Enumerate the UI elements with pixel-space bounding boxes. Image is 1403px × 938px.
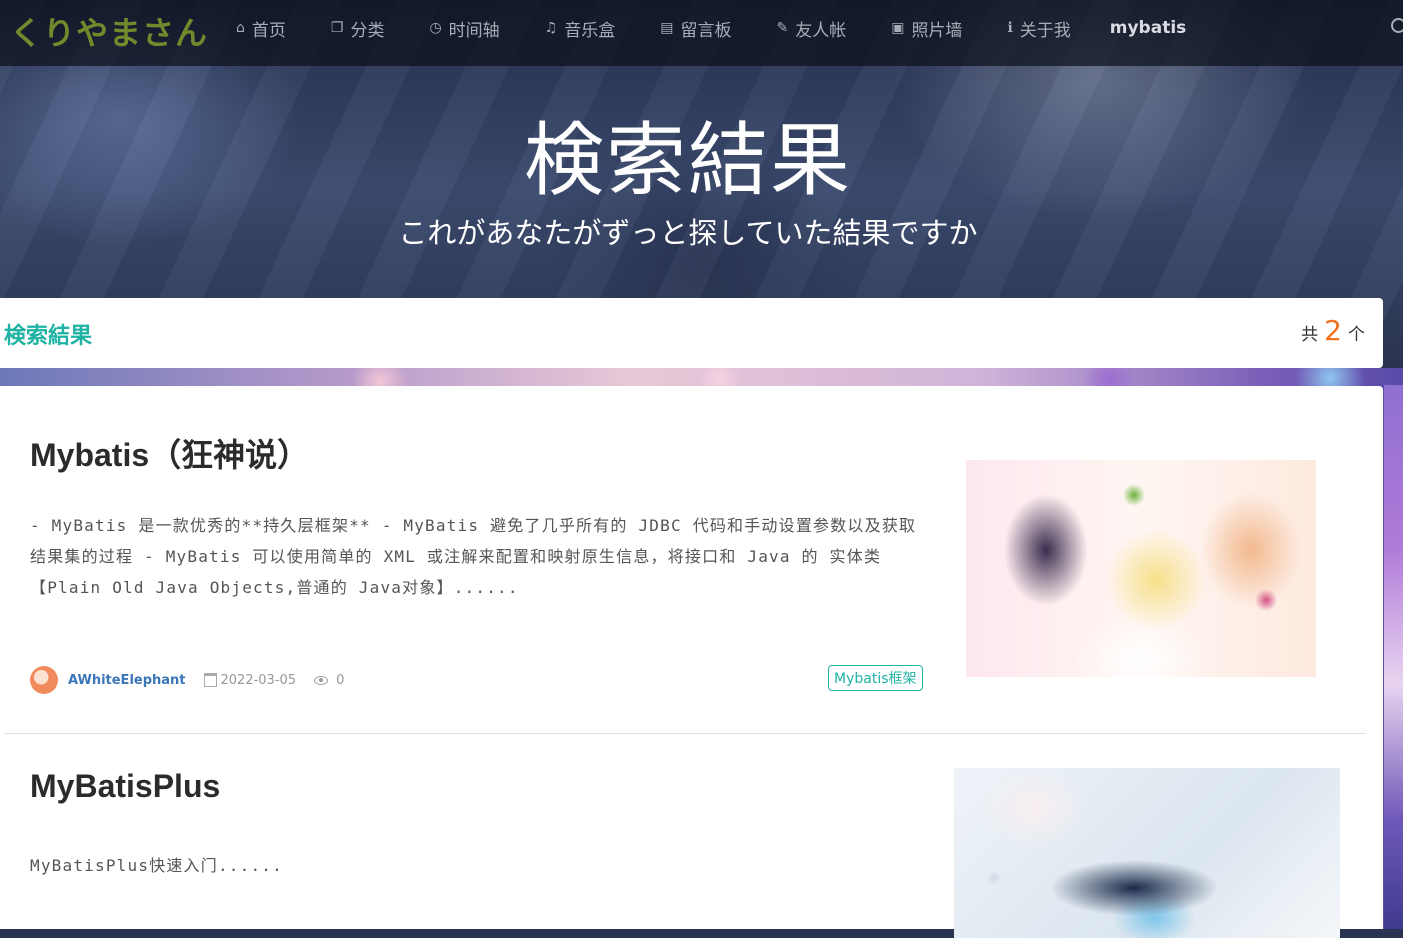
- post-title[interactable]: MyBatisPlus: [30, 768, 220, 805]
- search-query-text[interactable]: mybatis: [1110, 18, 1187, 38]
- home-icon: ⌂: [236, 20, 245, 36]
- background-art-edge: [1384, 385, 1403, 929]
- list-item[interactable]: Mybatis（狂神说） - MyBatis 是一款优秀的**持久层框架** -…: [4, 386, 1366, 734]
- nav-item-label: 照片墙: [911, 20, 963, 41]
- nav-item-home[interactable]: ⌂ 首页: [236, 16, 286, 41]
- nav-item-label: 音乐盒: [564, 20, 616, 41]
- hero-subtitle: これがあなたがずっと探していた結果ですか: [398, 216, 978, 250]
- nav-item-label: 首页: [251, 20, 286, 41]
- nav-item-about[interactable]: ℹ 关于我: [1007, 16, 1070, 41]
- clock-icon: ◷: [429, 20, 442, 36]
- nav-item-label: 留言板: [680, 20, 732, 41]
- author-link[interactable]: AWhiteElephant: [68, 673, 186, 688]
- book-icon: ▤: [660, 20, 674, 36]
- music-icon: ♫: [544, 20, 558, 36]
- post-thumbnail[interactable]: [954, 768, 1340, 938]
- info-icon: ℹ: [1007, 20, 1013, 36]
- post-excerpt: MyBatisPlus快速入门......: [30, 856, 283, 875]
- hero-title: 検索結果: [524, 114, 852, 207]
- calendar-icon: [203, 673, 217, 687]
- pencil-icon: ✎: [776, 20, 789, 36]
- count-suffix: 个: [1348, 325, 1365, 345]
- nav-item-categories[interactable]: ❐ 分类: [331, 16, 385, 41]
- nav-item-label: 关于我: [1019, 20, 1071, 41]
- view-count: 0: [336, 672, 345, 688]
- post-excerpt: - MyBatis 是一款优秀的**持久层框架** - MyBatis 避免了几…: [30, 516, 917, 597]
- post-thumbnail[interactable]: [966, 460, 1316, 677]
- nav-item-label: 时间轴: [448, 20, 500, 41]
- post-date: 2022-03-05: [220, 672, 297, 688]
- picture-icon: ▣: [891, 20, 905, 36]
- avatar[interactable]: [30, 666, 58, 694]
- nav-item-friends[interactable]: ✎ 友人帐: [776, 16, 846, 41]
- nav-item-timeline[interactable]: ◷ 时间轴: [429, 16, 499, 41]
- eye-icon: [314, 675, 329, 685]
- nav-item-music[interactable]: ♫ 音乐盒: [545, 16, 616, 41]
- results-header: 検索結果 共 2 个: [0, 298, 1383, 368]
- nav-item-label: 友人帐: [795, 20, 847, 41]
- list-item[interactable]: MyBatisPlus MyBatisPlus快速入门......: [0, 734, 1367, 938]
- post-title[interactable]: Mybatis（狂神说）: [30, 430, 309, 476]
- results-list: Mybatis（狂神说） - MyBatis 是一款优秀的**持久层框架** -…: [0, 386, 1383, 938]
- results-header-title: 検索結果: [4, 324, 93, 349]
- results-count: 共 2 个: [1301, 314, 1365, 347]
- nav-item-label: 分类: [350, 20, 385, 41]
- post-meta: AWhiteElephant 2022-03-05 0: [30, 666, 344, 694]
- copy-icon: ❐: [330, 20, 344, 36]
- nav-item-photos[interactable]: ▣ 照片墙: [891, 16, 962, 41]
- site-logo[interactable]: くりやまさん: [10, 8, 208, 54]
- count-prefix: 共: [1301, 325, 1319, 345]
- search-icon[interactable]: [1391, 18, 1403, 33]
- nav-item-guestbook[interactable]: ▤ 留言板: [660, 16, 731, 41]
- count-number: 2: [1324, 314, 1342, 347]
- top-navbar: くりやまさん ⌂ 首页 ❐ 分类 ◷ 时间轴 ♫ 音乐盒 ▤ 留言板 ✎ 友人帐…: [0, 0, 1403, 66]
- category-tag[interactable]: Mybatis框架: [828, 665, 923, 691]
- nav-menu: ⌂ 首页 ❐ 分类 ◷ 时间轴 ♫ 音乐盒 ▤ 留言板 ✎ 友人帐 ▣ 照片墙 …: [236, 0, 1186, 56]
